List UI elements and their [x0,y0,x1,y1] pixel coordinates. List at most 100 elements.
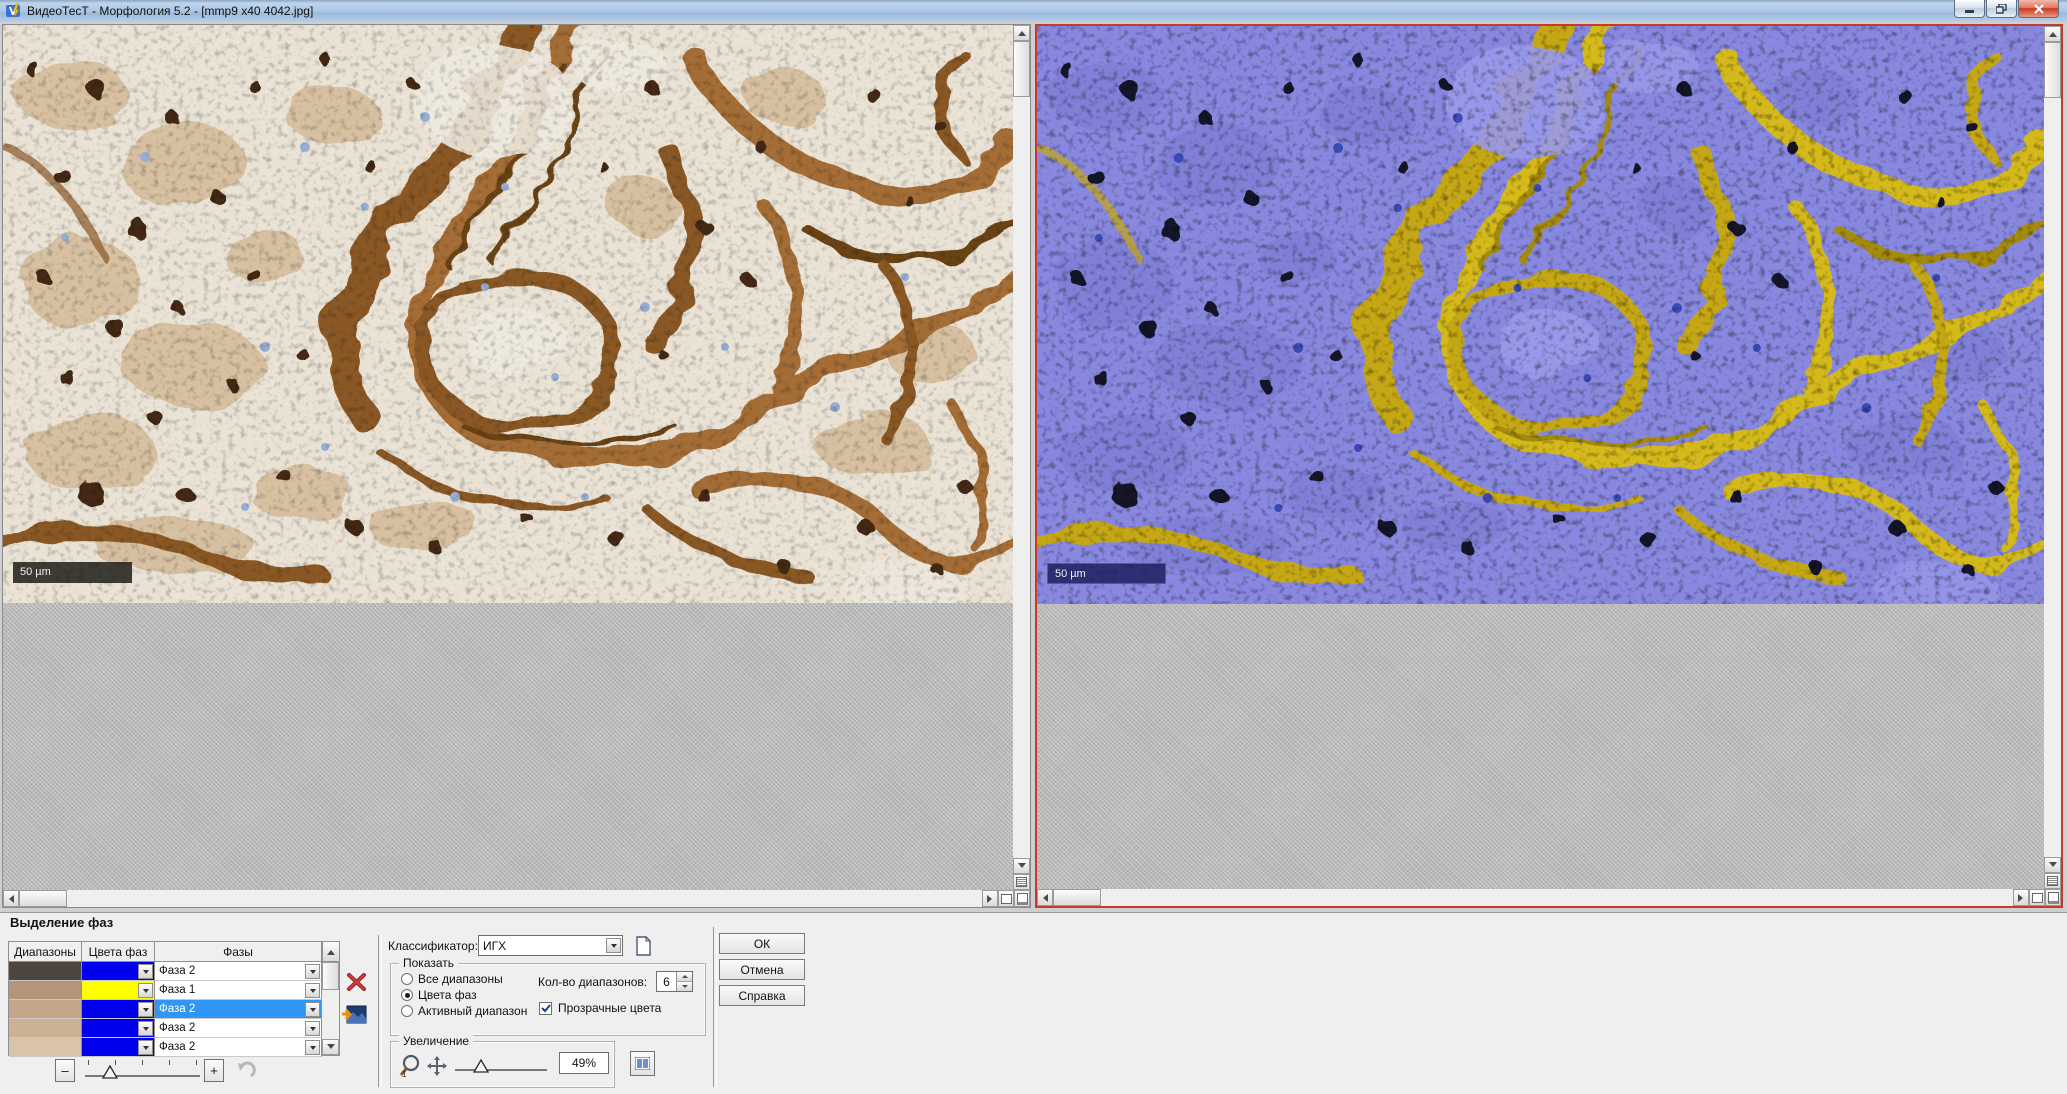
scroll-thumb[interactable] [1013,41,1030,97]
ranges-count-spinner[interactable]: 6 [656,971,693,992]
range-swatch[interactable] [9,962,82,981]
minimize-button[interactable] [1954,0,1985,18]
chevron-down-icon [310,1046,316,1053]
color-dropdown-button[interactable] [138,1002,153,1017]
table-row[interactable]: Фаза 2 [9,1038,339,1057]
delete-range-button[interactable] [346,971,368,993]
column-header-phases[interactable]: Фазы [155,942,322,961]
scroll-extra-button[interactable] [1013,874,1030,890]
restore-button[interactable] [1986,0,2017,18]
scroll-right-button[interactable] [2013,889,2029,906]
scroll-thumb[interactable] [19,890,67,907]
chevron-down-icon [310,1008,316,1015]
add-range-button[interactable]: + [204,1059,224,1082]
phase-color-cell[interactable] [82,1000,155,1019]
phase-dropdown-button[interactable] [305,1021,320,1036]
phase-dropdown-button[interactable] [305,983,320,998]
scroll-down-button[interactable] [1013,858,1030,874]
scroll-right-button[interactable] [982,890,998,907]
phase-selection-panel: Выделение фаз Диапазоны Цвета фаз Фазы Ф… [0,912,2067,1094]
phase-cell[interactable]: Фаза 2 [155,962,322,981]
transparent-colors-checkbox[interactable]: Прозрачные цвета [539,1001,661,1015]
phase-color-cell[interactable] [82,962,155,981]
table-row[interactable]: Фаза 2 [9,962,339,981]
horizontal-scrollbar-right[interactable] [1037,889,2061,906]
zoom-value[interactable]: 49% [559,1052,609,1074]
svg-text:1: 1 [402,1070,407,1078]
radio-label: Цвета фаз [418,988,477,1002]
range-swatch[interactable] [9,1019,82,1038]
remove-range-button[interactable]: – [55,1059,75,1082]
scroll-thumb[interactable] [2044,42,2061,98]
table-row-selected[interactable]: Фаза 2 [9,1000,339,1019]
scroll-left-button[interactable] [3,890,19,907]
undo-icon[interactable] [236,1061,256,1079]
phase-color-cell[interactable] [82,1038,155,1057]
split-view-button[interactable] [630,1051,655,1076]
table-scrollbar[interactable] [322,962,339,1055]
original-histology-image[interactable]: 50 µm [3,25,1013,603]
zoom-slider-thumb[interactable] [473,1059,490,1074]
vertical-scrollbar-left[interactable] [1013,25,1030,890]
color-dropdown-button[interactable] [138,1021,153,1036]
phase-dropdown-button[interactable] [305,1002,320,1017]
phase-cell[interactable]: Фаза 2 [155,1000,322,1019]
zoom-1to1-icon[interactable]: 1 [399,1054,421,1078]
close-button[interactable] [2018,0,2059,18]
phase-cell[interactable]: Фаза 2 [155,1019,322,1038]
fit-screen-button[interactable] [2045,889,2061,906]
new-classifier-button[interactable] [633,936,653,956]
column-header-ranges[interactable]: Диапазоны [9,942,82,961]
scroll-thumb[interactable] [1053,889,1101,906]
fit-screen-button[interactable] [1014,890,1030,907]
color-dropdown-button[interactable] [138,1040,153,1055]
classifier-select[interactable]: ИГХ [478,935,623,956]
fit-page-button[interactable] [2029,889,2045,906]
classifier-value: ИГХ [479,939,605,953]
radio-phase-colors[interactable]: Цвета фаз [401,988,477,1002]
phase-cell[interactable]: Фаза 1 [155,981,322,1000]
scroll-extra-button[interactable] [2044,873,2061,889]
radio-all-ranges[interactable]: Все диапазоны [401,972,503,986]
delete-range-icon [346,971,368,993]
canvas-area-left: 50 µm [3,25,1013,890]
phase-cell[interactable]: Фаза 2 [155,1038,322,1057]
table-scroll-down-button[interactable] [322,1039,339,1055]
table-row[interactable]: Фаза 2 [9,1019,339,1038]
range-swatch[interactable] [9,1000,82,1019]
cancel-button[interactable]: Отмена [719,959,805,980]
scroll-left-button[interactable] [1037,889,1053,906]
fit-page-button[interactable] [998,890,1014,907]
classifier-dropdown-button[interactable] [606,938,621,953]
window-title: ВидеоТесТ - Морфология 5.2 - [mmp9 x40 4… [27,4,313,18]
help-button[interactable]: Справка [719,985,805,1006]
vertical-scrollbar-right[interactable] [2044,26,2061,889]
table-row[interactable]: Фаза 1 [9,981,339,1000]
pan-icon[interactable] [427,1056,447,1076]
table-scroll-up-button[interactable] [322,942,339,962]
ok-button[interactable]: ОК [719,933,805,954]
phase-dropdown-button[interactable] [305,1040,320,1055]
fit-page-icon [2032,893,2043,903]
column-header-phase-colors[interactable]: Цвета фаз [82,942,155,961]
scroll-up-button[interactable] [2044,26,2061,42]
phase-dropdown-button[interactable] [305,964,320,979]
color-dropdown-button[interactable] [138,964,153,979]
spinner-up-button[interactable] [677,972,692,982]
scroll-down-button[interactable] [2044,857,2061,873]
range-swatch[interactable] [9,981,82,1000]
segmented-histology-image[interactable]: 50 µm [1037,26,2044,604]
range-swatch[interactable] [9,1038,82,1057]
horizontal-scrollbar-left[interactable] [3,890,1030,907]
phase-color-cell[interactable] [82,1019,155,1038]
scroll-thumb[interactable] [322,962,339,990]
spinner-down-button[interactable] [677,982,692,991]
phase-color-cell[interactable] [82,981,155,1000]
scroll-up-button[interactable] [1013,25,1030,41]
apply-phases-icon [341,1005,367,1025]
apply-phases-button[interactable] [341,1005,367,1025]
color-dropdown-button[interactable] [138,983,153,998]
zoom-slider-track[interactable] [455,1069,547,1071]
radio-active-range[interactable]: Активный диапазон [401,1004,527,1018]
range-slider-thumb[interactable] [102,1065,119,1080]
